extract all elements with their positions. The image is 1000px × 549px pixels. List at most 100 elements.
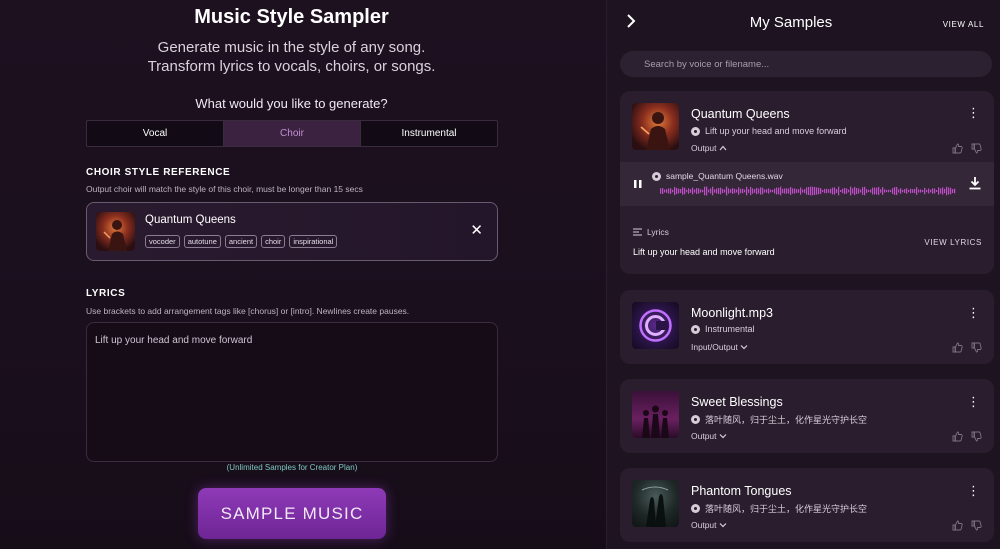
waveform[interactable] xyxy=(660,186,956,196)
more-options-icon[interactable]: ⋮ xyxy=(967,484,980,497)
tab-instrumental[interactable]: Instrumental xyxy=(361,121,497,146)
waveform-bar xyxy=(916,187,918,195)
waveform-bar xyxy=(928,188,930,194)
waveform-bar xyxy=(876,187,878,195)
more-options-icon[interactable]: ⋮ xyxy=(967,306,980,319)
more-options-icon[interactable]: ⋮ xyxy=(967,395,980,408)
waveform-bar xyxy=(714,189,716,193)
waveform-bar xyxy=(848,189,850,193)
choir-reference-thumbnail xyxy=(96,212,135,251)
waveform-bar xyxy=(802,189,804,193)
waveform-bar xyxy=(752,188,754,194)
thumbs-down-icon[interactable] xyxy=(971,143,982,154)
tab-vocal[interactable]: Vocal xyxy=(87,121,224,146)
sample-subtitle-text: 落叶随风，归于尘土，化作星光守护长空 xyxy=(705,415,868,425)
tag: choir xyxy=(261,235,286,248)
chevron-down-icon xyxy=(719,523,727,528)
waveform-bar xyxy=(930,189,932,193)
download-icon[interactable] xyxy=(968,176,982,190)
voice-icon xyxy=(691,504,700,513)
tab-choir[interactable]: Choir xyxy=(224,121,361,146)
waveform-bar xyxy=(806,187,808,195)
output-toggle[interactable]: Output xyxy=(691,143,727,153)
waveform-bar xyxy=(870,189,872,193)
waveform-bar xyxy=(830,188,832,194)
thumbs-up-icon[interactable] xyxy=(952,520,963,531)
waveform-bar xyxy=(684,187,686,195)
waveform-bar xyxy=(688,188,690,194)
output-toggle[interactable]: Output xyxy=(691,431,727,441)
thumbs-up-icon[interactable] xyxy=(952,431,963,442)
waveform-bar xyxy=(906,188,908,194)
waveform-bar xyxy=(762,187,764,195)
waveform-bar xyxy=(676,187,678,195)
sample-card[interactable]: Sweet Blessings 落叶随风，归于尘土，化作星光守护长空 Outpu… xyxy=(620,379,994,453)
lyrics-input[interactable]: Lift up your head and move forward xyxy=(86,322,498,462)
sample-music-button[interactable]: SAMPLE MUSIC xyxy=(198,488,386,539)
waveform-bar xyxy=(838,186,840,196)
sample-title: Sweet Blessings xyxy=(691,395,783,409)
generation-type-tabs: Vocal Choir Instrumental xyxy=(86,120,498,147)
sample-subtitle-text: Instrumental xyxy=(705,324,755,334)
waveform-bar xyxy=(660,188,662,194)
thumbs-up-icon[interactable] xyxy=(952,143,963,154)
waveform-bar xyxy=(890,189,892,193)
sample-card[interactable]: Phantom Tongues 落叶随风，归于尘土，化作星光守护长空 Outpu… xyxy=(620,468,994,542)
sample-thumbnail xyxy=(632,103,679,150)
waveform-bar xyxy=(780,186,782,196)
voice-icon xyxy=(691,324,700,334)
sample-card[interactable]: Moonlight.mp3 Instrumental Input/Output … xyxy=(620,290,994,364)
chevron-down-icon xyxy=(719,434,727,439)
waveform-bar xyxy=(794,188,796,194)
rating-buttons xyxy=(952,520,982,531)
waveform-bar xyxy=(776,187,778,195)
waveform-bar xyxy=(808,186,810,196)
sample-thumbnail xyxy=(632,302,679,349)
waveform-bar xyxy=(844,187,846,195)
thumbs-down-icon[interactable] xyxy=(971,520,982,531)
thumbs-down-icon[interactable] xyxy=(971,431,982,442)
waveform-bar xyxy=(878,186,880,196)
waveform-bar xyxy=(924,187,926,195)
pause-icon[interactable] xyxy=(633,178,643,190)
waveform-bar xyxy=(672,189,674,193)
waveform-bar xyxy=(800,187,802,195)
close-icon[interactable]: ✕ xyxy=(470,222,483,240)
panel-title: My Samples xyxy=(749,14,833,31)
waveform-bar xyxy=(772,189,774,193)
waveform-bar xyxy=(712,186,714,196)
lyrics-label: LYRICS xyxy=(86,288,126,299)
sample-thumbnail xyxy=(632,391,679,438)
waveform-bar xyxy=(922,189,924,193)
waveform-bar xyxy=(690,189,692,193)
sample-subtitle-text: Lift up your head and move forward xyxy=(705,126,847,136)
waveform-bar xyxy=(748,189,750,193)
waveform-bar xyxy=(670,188,672,194)
lyrics-section-label: Lyrics xyxy=(633,227,669,237)
tag: ancient xyxy=(224,235,258,248)
output-label: Input/Output xyxy=(691,342,738,352)
waveform-bar xyxy=(908,189,910,193)
choir-reference-card[interactable]: Quantum Queens vocoder autotune ancient … xyxy=(86,202,498,261)
waveform-bar xyxy=(760,187,762,195)
sample-card[interactable]: Quantum Queens Lift up your head and mov… xyxy=(620,91,994,274)
waveform-bar xyxy=(846,188,848,194)
lyrics-help: Use brackets to add arrangement tags lik… xyxy=(86,306,410,316)
output-toggle[interactable]: Output xyxy=(691,520,727,530)
my-samples-panel: My Samples VIEW ALL Quantum Queens Lift … xyxy=(606,0,1000,549)
waveform-bar xyxy=(666,189,668,193)
waveform-bar xyxy=(758,188,760,194)
view-lyrics-link[interactable]: VIEW LYRICS xyxy=(924,238,982,247)
view-all-link[interactable]: VIEW ALL xyxy=(943,20,984,29)
waveform-bar xyxy=(896,187,898,195)
thumbs-up-icon[interactable] xyxy=(952,342,963,353)
waveform-bar xyxy=(900,188,902,194)
waveform-bar xyxy=(786,188,788,194)
tag: autotune xyxy=(183,235,221,248)
output-toggle[interactable]: Input/Output xyxy=(691,342,748,352)
more-options-icon[interactable]: ⋮ xyxy=(967,106,980,119)
thumbs-down-icon[interactable] xyxy=(971,342,982,353)
waveform-bar xyxy=(886,189,888,193)
subtitle: Generate music in the style of any song.… xyxy=(0,38,583,76)
search-input[interactable] xyxy=(620,51,992,77)
